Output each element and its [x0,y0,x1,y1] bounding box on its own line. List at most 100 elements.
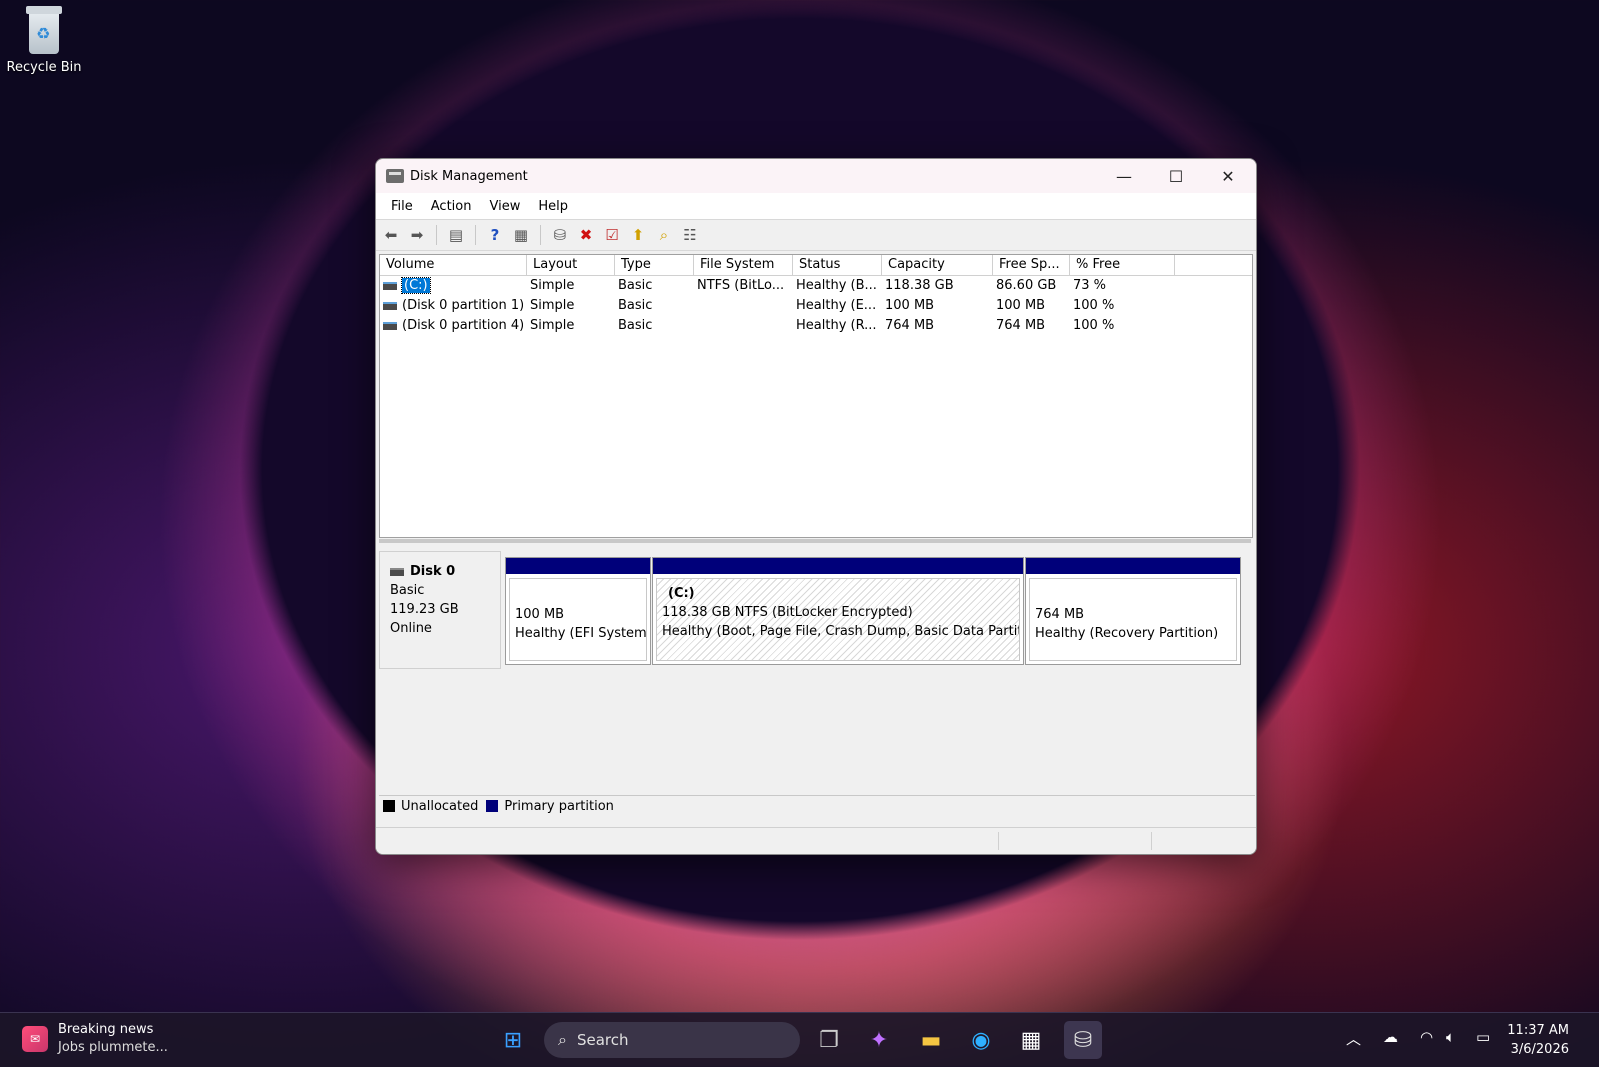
recycle-bin-label: Recycle Bin [6,60,82,75]
legend: Unallocated Primary partition [379,795,1255,816]
partition-efi[interactable]: 100 MB Healthy (EFI System P [505,557,651,665]
start-icon[interactable]: ⊞ [494,1021,532,1059]
help-icon[interactable]: ? [484,224,506,246]
cell-capacity: 118.38 GB [885,278,954,293]
cell-free-space: 86.60 GB [996,278,1057,293]
cell-file-system [690,316,789,336]
toolbar: ⬅ ➡ ▤ ? ▦ ⛁ ✖ ☑ ⬆ ⌕ ☷ [376,219,1256,251]
menu-view[interactable]: View [480,199,529,214]
partition-recovery[interactable]: 764 MB Healthy (Recovery Partition) [1025,557,1241,665]
recycle-bin-icon: ♻ [24,6,64,56]
table-row[interactable]: (Disk 0 partition 4) Simple Basic Health… [380,316,1252,336]
col-percent-free[interactable]: % Free [1070,255,1175,275]
back-arrow-icon[interactable]: ⬅ [380,224,402,246]
disk-size: 119.23 GB [390,602,459,617]
volume-name: (C:) [401,277,431,294]
cell-status: Healthy (E... [796,298,877,313]
menu-action[interactable]: Action [422,199,481,214]
menu-file[interactable]: File [382,199,422,214]
forward-arrow-icon[interactable]: ➡ [406,224,428,246]
cell-type: Basic [618,298,653,313]
col-status[interactable]: Status [793,255,882,275]
check-icon[interactable]: ☑ [601,224,623,246]
col-layout[interactable]: Layout [527,255,615,275]
properties-icon[interactable]: ☷ [679,224,701,246]
cell-percent-free: 73 % [1073,278,1107,293]
col-volume[interactable]: Volume [380,255,527,275]
disk-icon [390,567,404,576]
partition-bar [653,558,1023,574]
partition-status: Healthy (EFI System P [515,626,647,641]
table-row[interactable]: (Disk 0 partition 1) Simple Basic Health… [380,296,1252,316]
volume-name: (Disk 0 partition 1) [402,298,523,313]
cell-capacity: 100 MB [885,298,935,313]
folder-up-icon[interactable]: ⬆ [627,224,649,246]
news-title: Breaking news [58,1022,154,1037]
search-icon: ⌕ [558,1030,567,1049]
close-button[interactable]: ✕ [1202,159,1254,193]
cell-file-system: NTFS (BitLo... [697,278,785,293]
disk-type: Basic [390,583,425,598]
volume-icon[interactable]: 🔈︎ [1446,1028,1455,1046]
show-hide-console-tree-icon[interactable]: ▤ [445,224,467,246]
partition-label: (C:) [668,586,695,601]
legend-primary: Primary partition [504,798,614,814]
menu-bar: File Action View Help [376,193,1256,219]
wifi-icon[interactable]: ◠ [1420,1028,1433,1046]
clock[interactable]: 11:37 AM 3/6/2026 [1507,1021,1569,1059]
status-bar [376,827,1256,854]
microsoft-store-icon[interactable]: ▦ [1012,1021,1050,1059]
cell-status: Healthy (B... [796,278,877,293]
partition-c[interactable]: (C:) 118.38 GB NTFS (BitLocker Encrypted… [652,557,1024,665]
partition-size: 764 MB [1035,607,1085,622]
menu-help[interactable]: Help [529,199,577,214]
volume-name: (Disk 0 partition 4) [402,318,523,333]
cell-free-space: 100 MB [996,298,1046,313]
cell-layout: Simple [530,318,575,333]
partition-bar [1026,558,1240,574]
cell-status: Healthy (R... [796,318,877,333]
partition-size: 118.38 GB NTFS (BitLocker Encrypted) [662,605,913,620]
news-widget[interactable]: ✉ Breaking news Jobs plummete... [22,1021,168,1057]
copilot-icon[interactable]: ✦ [860,1021,898,1059]
table-row[interactable]: (C:) Simple Basic NTFS (BitLo... Healthy… [380,276,1252,296]
cell-layout: Simple [530,278,575,293]
col-file-system[interactable]: File System [694,255,793,275]
show-action-pane-icon[interactable]: ▦ [510,224,532,246]
file-explorer-icon[interactable]: ▬ [912,1021,950,1059]
col-type[interactable]: Type [615,255,694,275]
volume-icon [383,321,397,330]
date: 3/6/2026 [1510,1042,1569,1057]
disk-management-taskbar-icon[interactable]: ⛁ [1064,1021,1102,1059]
disk-0-label[interactable]: Disk 0 Basic 119.23 GB Online [379,551,501,669]
partition-status: Healthy (Recovery Partition) [1035,626,1219,641]
battery-icon[interactable]: ▭ [1476,1028,1490,1046]
search-box[interactable]: ⌕ Search [544,1022,800,1058]
search-folder-icon[interactable]: ⌕ [653,224,675,246]
unallocated-swatch [383,800,395,812]
news-subtitle: Jobs plummete... [58,1040,168,1055]
primary-swatch [486,800,499,812]
show-hidden-icons-chevron-icon[interactable]: ︿ [1346,1028,1361,1049]
maximize-button[interactable]: ☐ [1150,159,1202,193]
minimize-button[interactable]: — [1098,159,1150,193]
title-bar[interactable]: Disk Management — ☐ ✕ [376,159,1256,193]
legend-unallocated: Unallocated [401,798,479,814]
window-title: Disk Management [410,168,528,184]
task-view-icon[interactable]: ❐ [810,1021,848,1059]
disk-management-icon [386,169,404,183]
volume-icon [383,301,397,310]
col-free-space[interactable]: Free Sp... [993,255,1070,275]
disk-management-window: Disk Management — ☐ ✕ File Action View H… [375,158,1257,855]
search-placeholder: Search [576,1031,629,1049]
cell-percent-free: 100 % [1073,318,1115,333]
delete-icon[interactable]: ✖ [575,224,597,246]
onedrive-paused-icon[interactable]: ☁ [1383,1028,1398,1046]
recycle-bin-shortcut[interactable]: ♻ Recycle Bin [6,6,82,75]
cell-file-system [690,296,789,316]
volume-list[interactable]: Volume Layout Type File System Status Ca… [379,254,1253,538]
connect-disk-icon[interactable]: ⛁ [549,224,571,246]
edge-browser-icon[interactable]: ◉ [962,1021,1000,1059]
col-capacity[interactable]: Capacity [882,255,993,275]
taskbar: ✉ Breaking news Jobs plummete... ⊞ ⌕ Sea… [0,1012,1599,1067]
